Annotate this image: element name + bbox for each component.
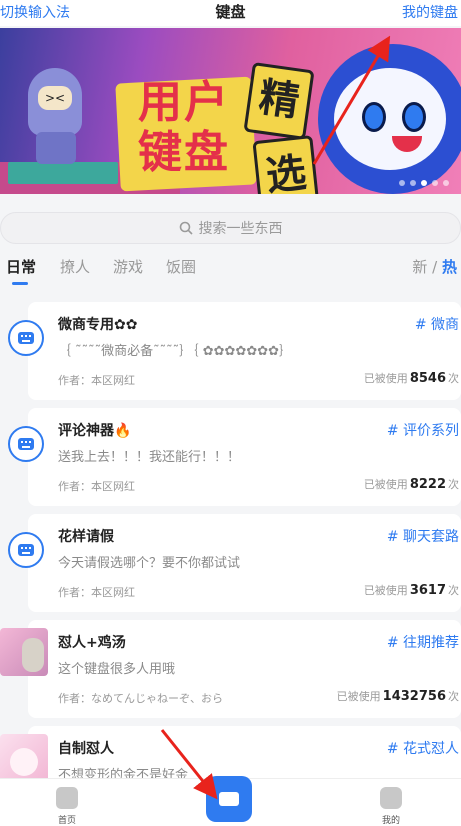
nav-home[interactable]: 首页: [47, 787, 87, 826]
card-name: 花样请假: [58, 529, 114, 545]
card-tag[interactable]: # 花式怼人: [387, 738, 459, 758]
tab-fandom[interactable]: 饭圈: [166, 256, 196, 277]
search-placeholder: 搜索一些东西: [198, 221, 283, 237]
card-author: 作者：本区网红: [58, 480, 135, 493]
keyboard-icon: [8, 532, 44, 568]
card-author: 作者：なめてんじゃねーぞ、おら: [58, 692, 223, 705]
search-icon: [179, 221, 193, 235]
keyboard-card[interactable]: 怼人+鸡汤 # 往期推荐 这个键盘很多人用哦 作者：なめてんじゃねーぞ、おら 已…: [0, 620, 461, 718]
keyboard-center-button[interactable]: [206, 776, 252, 822]
robot-eye-right: [402, 102, 426, 132]
sort-new[interactable]: 新: [412, 258, 427, 276]
keyboard-page: 切换输入法 键盘 我的键盘 >< 用户键盘 精 选 搜索一些东西 日常 撩人 游…: [0, 0, 461, 826]
card-tag[interactable]: # 往期推荐: [387, 632, 459, 652]
banner-sticker-1: 精: [243, 62, 315, 140]
card-usage: 已被使用 8222 次: [363, 477, 459, 492]
avatar-image: [0, 734, 48, 782]
alien-body: [36, 132, 76, 164]
keyboard-card[interactable]: 评论神器🔥 # 评价系列 送我上去！！！我还能行！！！ 作者：本区网红 已被使用…: [8, 408, 461, 506]
banner-dot-active[interactable]: [421, 180, 427, 186]
active-tab-indicator: [12, 282, 28, 285]
banner-dot[interactable]: [432, 180, 438, 186]
keyboard-icon: [8, 320, 44, 356]
card-tag[interactable]: # 评价系列: [387, 420, 459, 440]
card-usage: 已被使用 1432756 次: [336, 689, 459, 704]
robot-eye-left: [362, 102, 386, 132]
avatar-figure: [22, 638, 44, 672]
alien-face: ><: [38, 86, 72, 110]
banner-title: 用户键盘: [138, 77, 230, 178]
card-name: 自制怼人: [58, 741, 114, 757]
card-name: 微商专用✿✿: [58, 317, 138, 333]
keyboard-card[interactable]: 微商专用✿✿ # 微商 ｛ ˜˜˜˜微商必备˜˜˜˜｝｛ ✿✿✿✿✿✿✿｝ 作者…: [8, 302, 461, 400]
card-usage: 已被使用 8546 次: [363, 371, 459, 386]
my-keyboard-link[interactable]: 我的键盘: [402, 2, 458, 22]
nav-mine-label: 我的: [381, 816, 400, 826]
tab-daily[interactable]: 日常: [6, 256, 36, 277]
avatar-image: [0, 628, 48, 676]
sort-separator: /: [432, 258, 438, 276]
keyboard-icon: [219, 792, 239, 806]
keyboard-card[interactable]: 花样请假 # 聊天套路 今天请假选哪个？要不你都试试 作者：本区网红 已被使用 3…: [8, 514, 461, 612]
banner-dot[interactable]: [443, 180, 449, 186]
smiley-icon: [380, 787, 402, 809]
card-author: 作者：本区网红: [58, 374, 135, 387]
page-title: 键盘: [215, 3, 246, 21]
card-desc: ｛ ˜˜˜˜微商必备˜˜˜˜｝｛ ✿✿✿✿✿✿✿｝: [58, 344, 293, 359]
banner-pagination: [399, 180, 449, 186]
avatar-figure: [10, 748, 38, 776]
tab-flirt[interactable]: 撩人: [60, 256, 90, 277]
card-tag[interactable]: # 微商: [415, 314, 459, 334]
card-author: 作者：本区网红: [58, 586, 135, 599]
card-tag[interactable]: # 聊天套路: [387, 526, 459, 546]
sort-toggle: 新 / 热: [412, 256, 457, 277]
banner-dot[interactable]: [399, 180, 405, 186]
card-name: 怼人+鸡汤: [58, 635, 126, 651]
card-desc: 今天请假选哪个？要不你都试试: [58, 556, 241, 571]
banner-block-shape: [8, 162, 118, 184]
nav-mine[interactable]: 我的: [371, 787, 411, 826]
top-bar: 切换输入法 键盘 我的键盘: [0, 0, 461, 26]
promo-banner[interactable]: >< 用户键盘 精 选: [0, 28, 461, 194]
card-usage: 已被使用 3617 次: [363, 583, 459, 598]
card-desc: 这个键盘很多人用哦: [58, 662, 176, 677]
card-desc: 送我上去！！！我还能行！！！: [58, 450, 241, 465]
category-tabs: 日常 撩人 游戏 饭圈 新 / 热: [0, 252, 461, 288]
tab-games[interactable]: 游戏: [113, 256, 143, 277]
nav-home-label: 首页: [57, 816, 76, 826]
sort-hot[interactable]: 热: [442, 258, 457, 276]
card-name: 评论神器🔥: [58, 423, 132, 439]
home-icon: [56, 787, 78, 809]
banner-dot[interactable]: [410, 180, 416, 186]
search-bar[interactable]: 搜索一些东西: [0, 212, 461, 244]
banner-sticker-2: 选: [252, 135, 320, 194]
keyboard-icon: [8, 426, 44, 462]
robot-face: [334, 68, 446, 170]
